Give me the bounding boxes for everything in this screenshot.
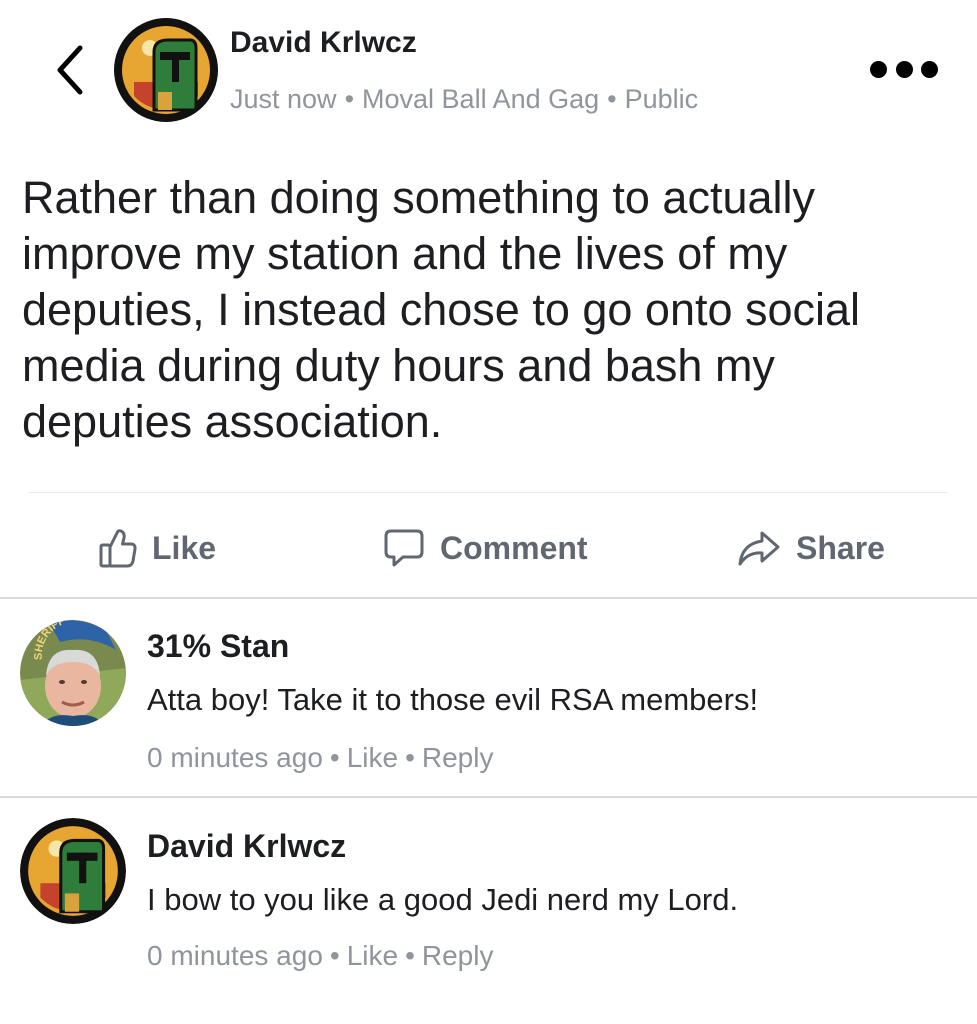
comment-text: I bow to you like a good Jedi nerd my Lo… bbox=[147, 882, 739, 917]
like-button[interactable]: Like bbox=[98, 520, 216, 576]
comment-label: Comment bbox=[440, 529, 588, 566]
comment-like-link[interactable]: Like bbox=[347, 742, 398, 773]
meta-separator: • bbox=[329, 940, 340, 971]
comment-reply-link[interactable]: Reply bbox=[422, 940, 494, 971]
divider bbox=[28, 492, 948, 493]
more-dots-icon bbox=[870, 60, 887, 78]
comment-avatar[interactable]: SHERIFF bbox=[20, 620, 126, 726]
comment-meta: 0 minutes ago • Like • Reply bbox=[147, 940, 493, 972]
comment-avatar[interactable] bbox=[20, 818, 126, 924]
comment-reply-link[interactable]: Reply bbox=[422, 742, 494, 773]
comment-time: 0 minutes ago bbox=[147, 940, 323, 971]
post-group-link[interactable]: Moval Ball And Gag bbox=[362, 84, 599, 114]
divider bbox=[0, 796, 977, 798]
comment-like-link[interactable]: Like bbox=[347, 940, 398, 971]
post-text: Rather than doing something to actually … bbox=[22, 172, 861, 447]
comment-author-name[interactable]: 31% Stan bbox=[147, 628, 289, 665]
meta-separator: • bbox=[607, 84, 617, 114]
post-author-name[interactable]: David Krlwcz bbox=[230, 26, 417, 60]
share-label: Share bbox=[796, 529, 885, 566]
helmet-avatar-icon bbox=[114, 18, 218, 122]
comment-text: Atta boy! Take it to those evil RSA memb… bbox=[147, 682, 759, 717]
more-options-button[interactable] bbox=[870, 58, 938, 80]
post-time[interactable]: Just now bbox=[230, 84, 337, 114]
thumbs-up-icon bbox=[99, 529, 137, 568]
helmet-avatar-icon bbox=[20, 818, 126, 924]
meta-separator: • bbox=[329, 742, 340, 773]
more-dots-icon bbox=[921, 60, 938, 78]
meta-separator: • bbox=[405, 742, 415, 773]
post-privacy[interactable]: Public bbox=[625, 84, 699, 114]
meta-separator: • bbox=[344, 84, 355, 114]
like-label: Like bbox=[152, 529, 217, 566]
back-button[interactable] bbox=[48, 40, 96, 100]
comment-meta: 0 minutes ago • Like • Reply bbox=[147, 742, 493, 774]
comment-time: 0 minutes ago bbox=[147, 742, 323, 773]
chevron-left-icon bbox=[57, 45, 83, 95]
divider bbox=[0, 597, 977, 599]
meta-separator: • bbox=[405, 940, 415, 971]
author-avatar[interactable] bbox=[114, 18, 218, 122]
sheriff-avatar-icon: SHERIFF bbox=[20, 620, 126, 726]
comment-button[interactable]: Comment bbox=[382, 520, 588, 576]
share-arrow-icon bbox=[738, 531, 780, 566]
post-meta: Just now • Moval Ball And Gag • Public bbox=[230, 84, 698, 115]
share-button[interactable]: Share bbox=[736, 520, 885, 576]
comment-bubble-icon bbox=[384, 529, 424, 567]
more-dots-icon bbox=[895, 60, 913, 78]
comment-author-name[interactable]: David Krlwcz bbox=[147, 828, 346, 865]
